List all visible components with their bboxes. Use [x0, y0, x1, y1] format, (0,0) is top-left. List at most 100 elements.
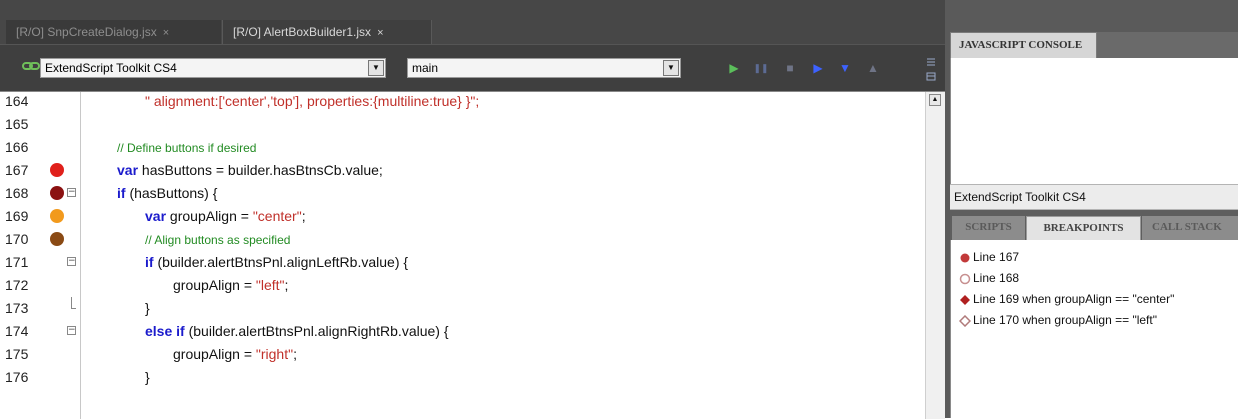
- code-text: groupAlign = "left";: [173, 277, 288, 293]
- breakpoint-label: Line 169 when groupAlign == "center": [973, 292, 1175, 306]
- breakpoint-label: Line 167: [973, 250, 1020, 264]
- line-number: 164: [5, 93, 29, 109]
- vertical-scrollbar[interactable]: ▲: [925, 92, 945, 419]
- code-string: " alignment:['center','top'], properties…: [145, 93, 480, 109]
- line-number: 168: [5, 185, 29, 201]
- code-text: var hasButtons = builder.hasBtnsCb.value…: [117, 162, 383, 178]
- breakpoint-icon[interactable]: [50, 186, 64, 200]
- tab-snpcreatedialog[interactable]: [R/O] SnpCreateDialog.jsx ×: [6, 20, 221, 44]
- code-line[interactable]: 169 var groupAlign = "center";: [0, 205, 925, 228]
- breakpoint-icon: [959, 273, 971, 285]
- code-line[interactable]: 164 " alignment:['center','top'], propert…: [0, 92, 925, 113]
- code-token: groupAlign =: [166, 208, 253, 224]
- code-token: }: [145, 369, 150, 385]
- tab-call-stack[interactable]: CALL STACK: [1142, 216, 1238, 240]
- fold-toggle-icon[interactable]: −: [67, 257, 76, 266]
- target-status-bar: ExtendScript Toolkit CS4: [950, 184, 1238, 210]
- chevron-down-icon[interactable]: ▼: [663, 60, 679, 76]
- line-number: 171: [5, 254, 29, 270]
- code-line[interactable]: 171 − if (builder.alertBtnsPnl.alignLeftRb…: [0, 251, 925, 274]
- close-icon[interactable]: ×: [163, 27, 169, 39]
- code-text: groupAlign = "right";: [173, 346, 297, 362]
- code-keyword: else if: [145, 323, 185, 339]
- stop-icon[interactable]: ■: [782, 61, 798, 75]
- line-number: 169: [5, 208, 29, 224]
- line-number: 166: [5, 139, 29, 155]
- breakpoint-icon[interactable]: [50, 163, 64, 177]
- breakpoints-list: Line 167 Line 168 Line 169 when groupAlign…: [950, 240, 1238, 418]
- code-text: if (builder.alertBtnsPnl.alignLeftRb.val…: [145, 254, 408, 270]
- tab-alertboxbuilder1[interactable]: [R/O] AlertBoxBuilder1.jsx ×: [222, 20, 432, 44]
- code-editor[interactable]: 164 " alignment:['center','top'], propert…: [0, 91, 945, 419]
- breakpoint-icon[interactable]: [50, 232, 64, 246]
- link-icon[interactable]: [22, 59, 40, 73]
- run-icon[interactable]: ▶: [726, 61, 742, 75]
- code-line[interactable]: 174 − else if (builder.alertBtnsPnl.alignR…: [0, 320, 925, 343]
- code-keyword: if: [117, 185, 126, 201]
- fold-toggle-icon[interactable]: −: [67, 326, 76, 335]
- code-comment: // Align buttons as specified: [145, 233, 291, 247]
- code-line[interactable]: 176}: [0, 366, 925, 389]
- code-line[interactable]: 166 // Define buttons if desired: [0, 136, 925, 159]
- line-number: 176: [5, 369, 29, 385]
- breakpoint-label: Line 170 when groupAlign == "left": [973, 313, 1157, 327]
- code-string: "right": [255, 346, 294, 362]
- code-token: ;: [301, 208, 306, 224]
- code-token: groupAlign =: [173, 346, 256, 362]
- code-keyword: if: [145, 254, 154, 270]
- code-text: " alignment:['center','top'], properties…: [145, 93, 479, 109]
- right-panels: JAVASCRIPT CONSOLE ExtendScript Toolkit …: [950, 0, 1238, 418]
- step-over-icon[interactable]: ▶: [810, 61, 826, 75]
- code-text: if (hasButtons) {: [117, 185, 217, 201]
- target-application-select[interactable]: ExtendScript Toolkit CS4 ▼: [40, 58, 386, 78]
- breakpoint-icon[interactable]: [50, 209, 64, 223]
- tab-scripts[interactable]: SCRIPTS: [952, 216, 1025, 240]
- line-number: 174: [5, 323, 29, 339]
- engine-select[interactable]: main ▼: [407, 58, 681, 78]
- step-out-icon[interactable]: ▲: [865, 61, 881, 75]
- tab-label: [R/O] SnpCreateDialog.jsx: [16, 25, 157, 39]
- code-string: "left": [255, 277, 285, 293]
- code-token: (builder.alertBtnsPnl.alignRightRb.value…: [184, 323, 449, 339]
- line-number: 165: [5, 116, 29, 132]
- line-number: 173: [5, 300, 29, 316]
- code-token: ;: [293, 346, 297, 362]
- estk-window: [R/O] SnpCreateDialog.jsx × [R/O] AlertBo…: [0, 0, 1238, 419]
- tab-breakpoints[interactable]: BREAKPOINTS: [1026, 216, 1141, 240]
- line-number: 170: [5, 231, 29, 247]
- close-icon[interactable]: ×: [377, 27, 383, 39]
- step-into-icon[interactable]: ▼: [837, 61, 853, 75]
- code-line[interactable]: 173}: [0, 297, 925, 320]
- tab-javascript-console[interactable]: JAVASCRIPT CONSOLE: [950, 32, 1097, 58]
- engine-value: main: [412, 61, 439, 75]
- code-string: "center": [252, 208, 302, 224]
- javascript-console-output[interactable]: [950, 58, 1238, 184]
- tab-strip: [1097, 32, 1238, 58]
- scroll-up-icon[interactable]: ▲: [929, 94, 941, 106]
- tab-label: [R/O] AlertBoxBuilder1.jsx: [233, 25, 372, 39]
- code-line[interactable]: 175 groupAlign = "right";: [0, 343, 925, 366]
- code-token: groupAlign =: [173, 277, 256, 293]
- line-number: 175: [5, 346, 29, 362]
- document-tab-bar: [R/O] SnpCreateDialog.jsx × [R/O] AlertBo…: [0, 0, 945, 44]
- code-text: // Define buttons if desired: [117, 139, 256, 155]
- code-text: else if (builder.alertBtnsPnl.alignRight…: [145, 323, 449, 339]
- editor-pane: [R/O] SnpCreateDialog.jsx × [R/O] AlertBo…: [0, 0, 945, 419]
- chevron-down-icon[interactable]: ▼: [368, 60, 384, 76]
- conditional-breakpoint-icon: [959, 315, 971, 327]
- panel-menu-icon[interactable]: [925, 55, 937, 83]
- fold-guide: [71, 308, 76, 309]
- code-line[interactable]: 172 groupAlign = "left";: [0, 274, 925, 297]
- code-line[interactable]: 168 − if (hasButtons) {: [0, 182, 925, 205]
- code-line[interactable]: 170 // Align buttons as specified: [0, 228, 925, 251]
- code-line[interactable]: 167 var hasButtons = builder.hasBtnsCb.va…: [0, 159, 925, 182]
- code-line[interactable]: 165: [0, 113, 925, 136]
- code-text: }: [145, 300, 150, 316]
- code-text: var groupAlign = "center";: [145, 208, 306, 224]
- code-token: ;: [284, 277, 289, 293]
- pause-icon[interactable]: ❚❚: [753, 61, 769, 75]
- code-text: }: [145, 369, 150, 385]
- fold-toggle-icon[interactable]: −: [67, 188, 76, 197]
- code-keyword: var: [117, 162, 139, 178]
- code-keyword: var: [145, 208, 167, 224]
